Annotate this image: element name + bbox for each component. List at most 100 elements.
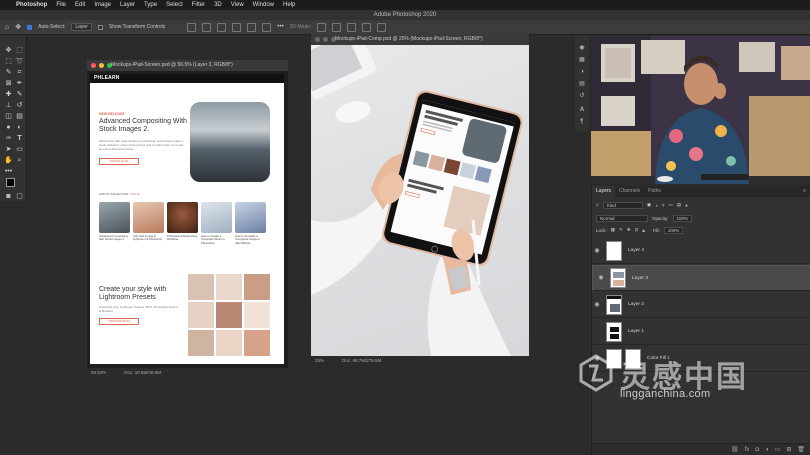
menu-3d[interactable]: 3D (214, 2, 222, 8)
zoom-tool-icon[interactable]: ⌕ (15, 156, 24, 165)
hero-cta-button[interactable]: WATCH NOW (99, 158, 139, 165)
tab-channels[interactable]: Channels (615, 186, 644, 197)
quick-select-icon[interactable]: ✎ (4, 68, 13, 77)
auto-select-checkbox[interactable] (27, 24, 33, 30)
stamp-tool-icon[interactable]: ⊥ (4, 101, 13, 110)
more-tools-icon[interactable]: ••• (4, 167, 13, 176)
brush-tool-icon[interactable]: ✎ (15, 90, 24, 99)
screen-mode-icon[interactable]: ▢ (15, 192, 24, 201)
3d-roll-icon[interactable] (332, 22, 342, 32)
blur-tool-icon[interactable]: ● (4, 123, 13, 132)
document-canvas[interactable] (311, 45, 529, 356)
artboard-tool-icon[interactable]: ⬚ (15, 46, 24, 55)
visibility-eye-icon[interactable]: ◉ (596, 275, 606, 282)
visibility-eye-icon[interactable]: ◉ (592, 301, 602, 308)
menu-window[interactable]: Window (253, 2, 274, 8)
layer-name[interactable]: Layer 4 (628, 248, 644, 253)
3d-scale-icon[interactable] (377, 22, 387, 32)
document-size[interactable]: Doc: 68.7M/278.5M (342, 356, 381, 365)
move-tool-icon[interactable]: ✥ (15, 23, 21, 31)
close-window-button[interactable] (315, 37, 320, 42)
document-window-screen[interactable]: Mockups-iPad-Screen.psd @ 56.5% (Layer 3… (87, 60, 288, 377)
align-bottom-icon[interactable] (262, 22, 272, 32)
document-size[interactable]: Doc: 10.8M/49.5M (124, 368, 161, 377)
new-group-icon[interactable]: ▭ (775, 446, 781, 453)
paragraph-panel-icon[interactable]: ¶ (578, 118, 586, 126)
move-tool-icon[interactable]: ✥ (4, 46, 13, 55)
zoom-level[interactable]: 25% (315, 356, 324, 365)
history-panel-icon[interactable]: ↺ (578, 92, 586, 100)
crop-tool-icon[interactable]: ⌗ (15, 68, 24, 77)
adjustments-panel-icon[interactable]: ◑ (578, 68, 586, 76)
opacity-input[interactable]: 100% (672, 214, 693, 222)
align-right-icon[interactable] (217, 22, 227, 32)
panel-menu-icon[interactable]: ≡ (803, 186, 810, 197)
document-window-comp[interactable]: Mockups-iPad-Comp.psd @ 25% (Mockups-iPa… (311, 34, 529, 365)
dodge-tool-icon[interactable]: ◐ (15, 123, 24, 132)
gradient-tool-icon[interactable]: ▤ (15, 112, 24, 121)
presets-cta-button[interactable]: VIEW PRESETS (99, 318, 139, 325)
zoom-level[interactable]: 56.54% (91, 368, 106, 377)
document-canvas[interactable]: PHLEARN NEW RELEASE Advanced Compositing… (90, 74, 284, 364)
delete-layer-icon[interactable]: 🗑︎ (797, 446, 805, 453)
filter-toggle-icon[interactable]: ● (685, 203, 688, 208)
layer-row[interactable]: ◉ Layer 2 (592, 292, 810, 318)
new-layer-icon[interactable]: ⊞ (786, 446, 791, 453)
swatches-panel-icon[interactable]: ▦ (578, 56, 586, 64)
shape-filter-icon[interactable]: ▭ (669, 202, 673, 208)
lock-artboard-icon[interactable]: ⊡ (635, 227, 639, 233)
align-left-icon[interactable] (187, 22, 197, 32)
fill-input[interactable]: 100% (663, 226, 684, 234)
frame-tool-icon[interactable]: ⊠ (4, 79, 13, 88)
lock-paint-icon[interactable]: ✎ (619, 227, 623, 233)
layer-name[interactable]: Layer 3 (632, 275, 648, 282)
menu-file[interactable]: File (56, 2, 66, 8)
adjustment-layer-icon[interactable]: ◑ (765, 447, 769, 453)
layer-row[interactable]: ◉ Layer 3 (592, 265, 810, 291)
layer-name[interactable]: Layer 1 (628, 329, 644, 334)
pixel-filter-icon[interactable]: ▣ (647, 202, 651, 208)
menu-edit[interactable]: Edit (75, 2, 85, 8)
character-panel-icon[interactable]: A (578, 106, 586, 114)
3d-slide-icon[interactable] (362, 22, 372, 32)
libraries-panel-icon[interactable]: ▤ (578, 80, 586, 88)
add-mask-icon[interactable]: ◘ (755, 447, 759, 453)
tab-paths[interactable]: Paths (644, 186, 665, 197)
pen-tool-icon[interactable]: ✑ (4, 134, 13, 143)
minimize-window-button[interactable] (99, 63, 104, 68)
home-icon[interactable]: ⌂ (5, 24, 9, 31)
filter-kind-select[interactable]: Kind (602, 201, 643, 209)
link-layers-icon[interactable]: ⛓ (731, 446, 739, 453)
auto-select-dropdown[interactable]: Layer (71, 23, 92, 31)
color-panel-icon[interactable]: ◉ (578, 44, 586, 52)
lock-all-icon[interactable]: 🔒︎ (642, 228, 644, 233)
smart-object-filter-icon[interactable]: ▤ (677, 202, 681, 208)
history-brush-icon[interactable]: ↺ (15, 101, 24, 110)
menu-select[interactable]: Select (166, 2, 183, 8)
related-view-all-link[interactable]: View all (130, 192, 140, 196)
type-filter-icon[interactable]: T (662, 203, 665, 208)
visibility-eye-icon[interactable]: ◉ (592, 247, 602, 254)
3d-pan-icon[interactable] (347, 22, 357, 32)
menu-app-name[interactable]: Photoshop (16, 2, 47, 8)
marquee-tool-icon[interactable]: ⬚ (4, 57, 13, 66)
hand-tool-icon[interactable]: ✋ (4, 156, 13, 165)
align-top-icon[interactable] (232, 22, 242, 32)
menu-view[interactable]: View (231, 2, 244, 8)
menu-filter[interactable]: Filter (192, 2, 205, 8)
menu-help[interactable]: Help (283, 2, 295, 8)
3d-orbit-icon[interactable] (317, 22, 327, 32)
path-select-icon[interactable]: ➤ (4, 145, 13, 154)
menu-layer[interactable]: Layer (120, 2, 135, 8)
eraser-tool-icon[interactable]: ◫ (4, 112, 13, 121)
adjustment-filter-icon[interactable]: ◑ (655, 203, 658, 208)
more-options-icon[interactable]: ••• (277, 24, 283, 30)
layer-row[interactable]: Layer 1 (592, 319, 810, 345)
blend-mode-select[interactable]: Normal (596, 214, 648, 222)
quick-mask-icon[interactable]: ◙ (4, 192, 13, 201)
rectangle-tool-icon[interactable]: ▭ (15, 145, 24, 154)
foreground-color-swatch[interactable] (6, 178, 15, 187)
align-center-icon[interactable] (202, 22, 212, 32)
lock-pixels-icon[interactable]: ▦ (611, 227, 615, 233)
layer-name[interactable]: Layer 2 (628, 302, 644, 307)
